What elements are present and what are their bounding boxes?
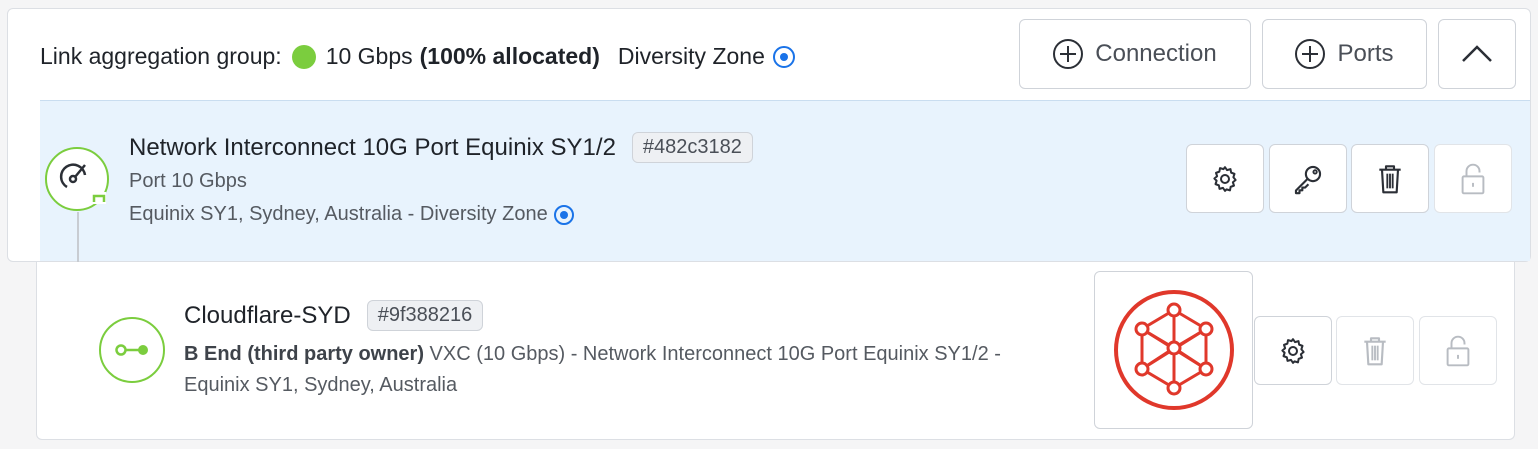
status-dot-icon bbox=[291, 44, 316, 69]
connection-lock-button[interactable] bbox=[1419, 316, 1497, 385]
port-name: Network Interconnect 10G Port Equinix SY… bbox=[129, 133, 616, 161]
connection-description: B End (third party owner) VXC (10 Gbps) … bbox=[184, 339, 1064, 401]
gear-icon bbox=[1213, 165, 1237, 192]
port-speed-icon bbox=[45, 147, 109, 211]
connection-title: Cloudflare-SYD #9f388216 bbox=[184, 300, 484, 331]
vxc-connection-icon bbox=[99, 317, 165, 383]
connection-id-badge: #9f388216 bbox=[366, 300, 484, 331]
connection-owner: B End (third party owner) bbox=[184, 343, 424, 365]
chevron-up-icon bbox=[1462, 45, 1492, 62]
port-lock-button[interactable] bbox=[1434, 144, 1512, 213]
add-connection-label: Connection bbox=[1095, 40, 1217, 67]
provider-logo-box bbox=[1094, 271, 1253, 429]
plus-circle-icon bbox=[1053, 39, 1084, 69]
port-key-button[interactable] bbox=[1269, 144, 1347, 213]
connection-name: Cloudflare-SYD bbox=[184, 301, 351, 329]
lag-allocated: (100% allocated) bbox=[419, 43, 600, 69]
port-id-badge: #482c3182 bbox=[631, 132, 753, 163]
diversity-zone-icon bbox=[772, 45, 795, 68]
trash-icon bbox=[1379, 164, 1401, 193]
port-settings-button[interactable] bbox=[1186, 144, 1264, 213]
gear-icon bbox=[1281, 337, 1305, 364]
diversity-zone-icon bbox=[553, 204, 574, 225]
lag-zone: Diversity Zone bbox=[617, 43, 765, 69]
key-icon bbox=[1294, 165, 1322, 194]
port-location-line: Equinix SY1, Sydney, Australia - Diversi… bbox=[129, 203, 574, 226]
lag-header: Link aggregation group: 10 Gbps (100% al… bbox=[40, 43, 795, 70]
port-title: Network Interconnect 10G Port Equinix SY… bbox=[129, 132, 753, 163]
connection-delete-button[interactable] bbox=[1336, 316, 1414, 385]
network-mesh-logo-icon bbox=[1113, 290, 1234, 410]
port-delete-button[interactable] bbox=[1351, 144, 1429, 213]
lag-speed: 10 Gbps bbox=[325, 43, 413, 69]
add-ports-button[interactable]: Ports bbox=[1262, 19, 1427, 89]
collapse-button[interactable] bbox=[1438, 19, 1516, 89]
unlock-icon bbox=[1446, 335, 1470, 366]
unlock-icon bbox=[1461, 163, 1485, 194]
add-connection-button[interactable]: Connection bbox=[1019, 19, 1251, 89]
connection-settings-button[interactable] bbox=[1254, 316, 1332, 385]
trash-icon bbox=[1364, 336, 1386, 365]
port-location: Equinix SY1, Sydney, Australia - Diversi… bbox=[129, 203, 548, 225]
port-type: Port 10 Gbps bbox=[129, 170, 247, 192]
plus-circle-icon bbox=[1295, 39, 1326, 69]
add-ports-label: Ports bbox=[1337, 40, 1394, 67]
lag-prefix: Link aggregation group: bbox=[40, 43, 282, 69]
